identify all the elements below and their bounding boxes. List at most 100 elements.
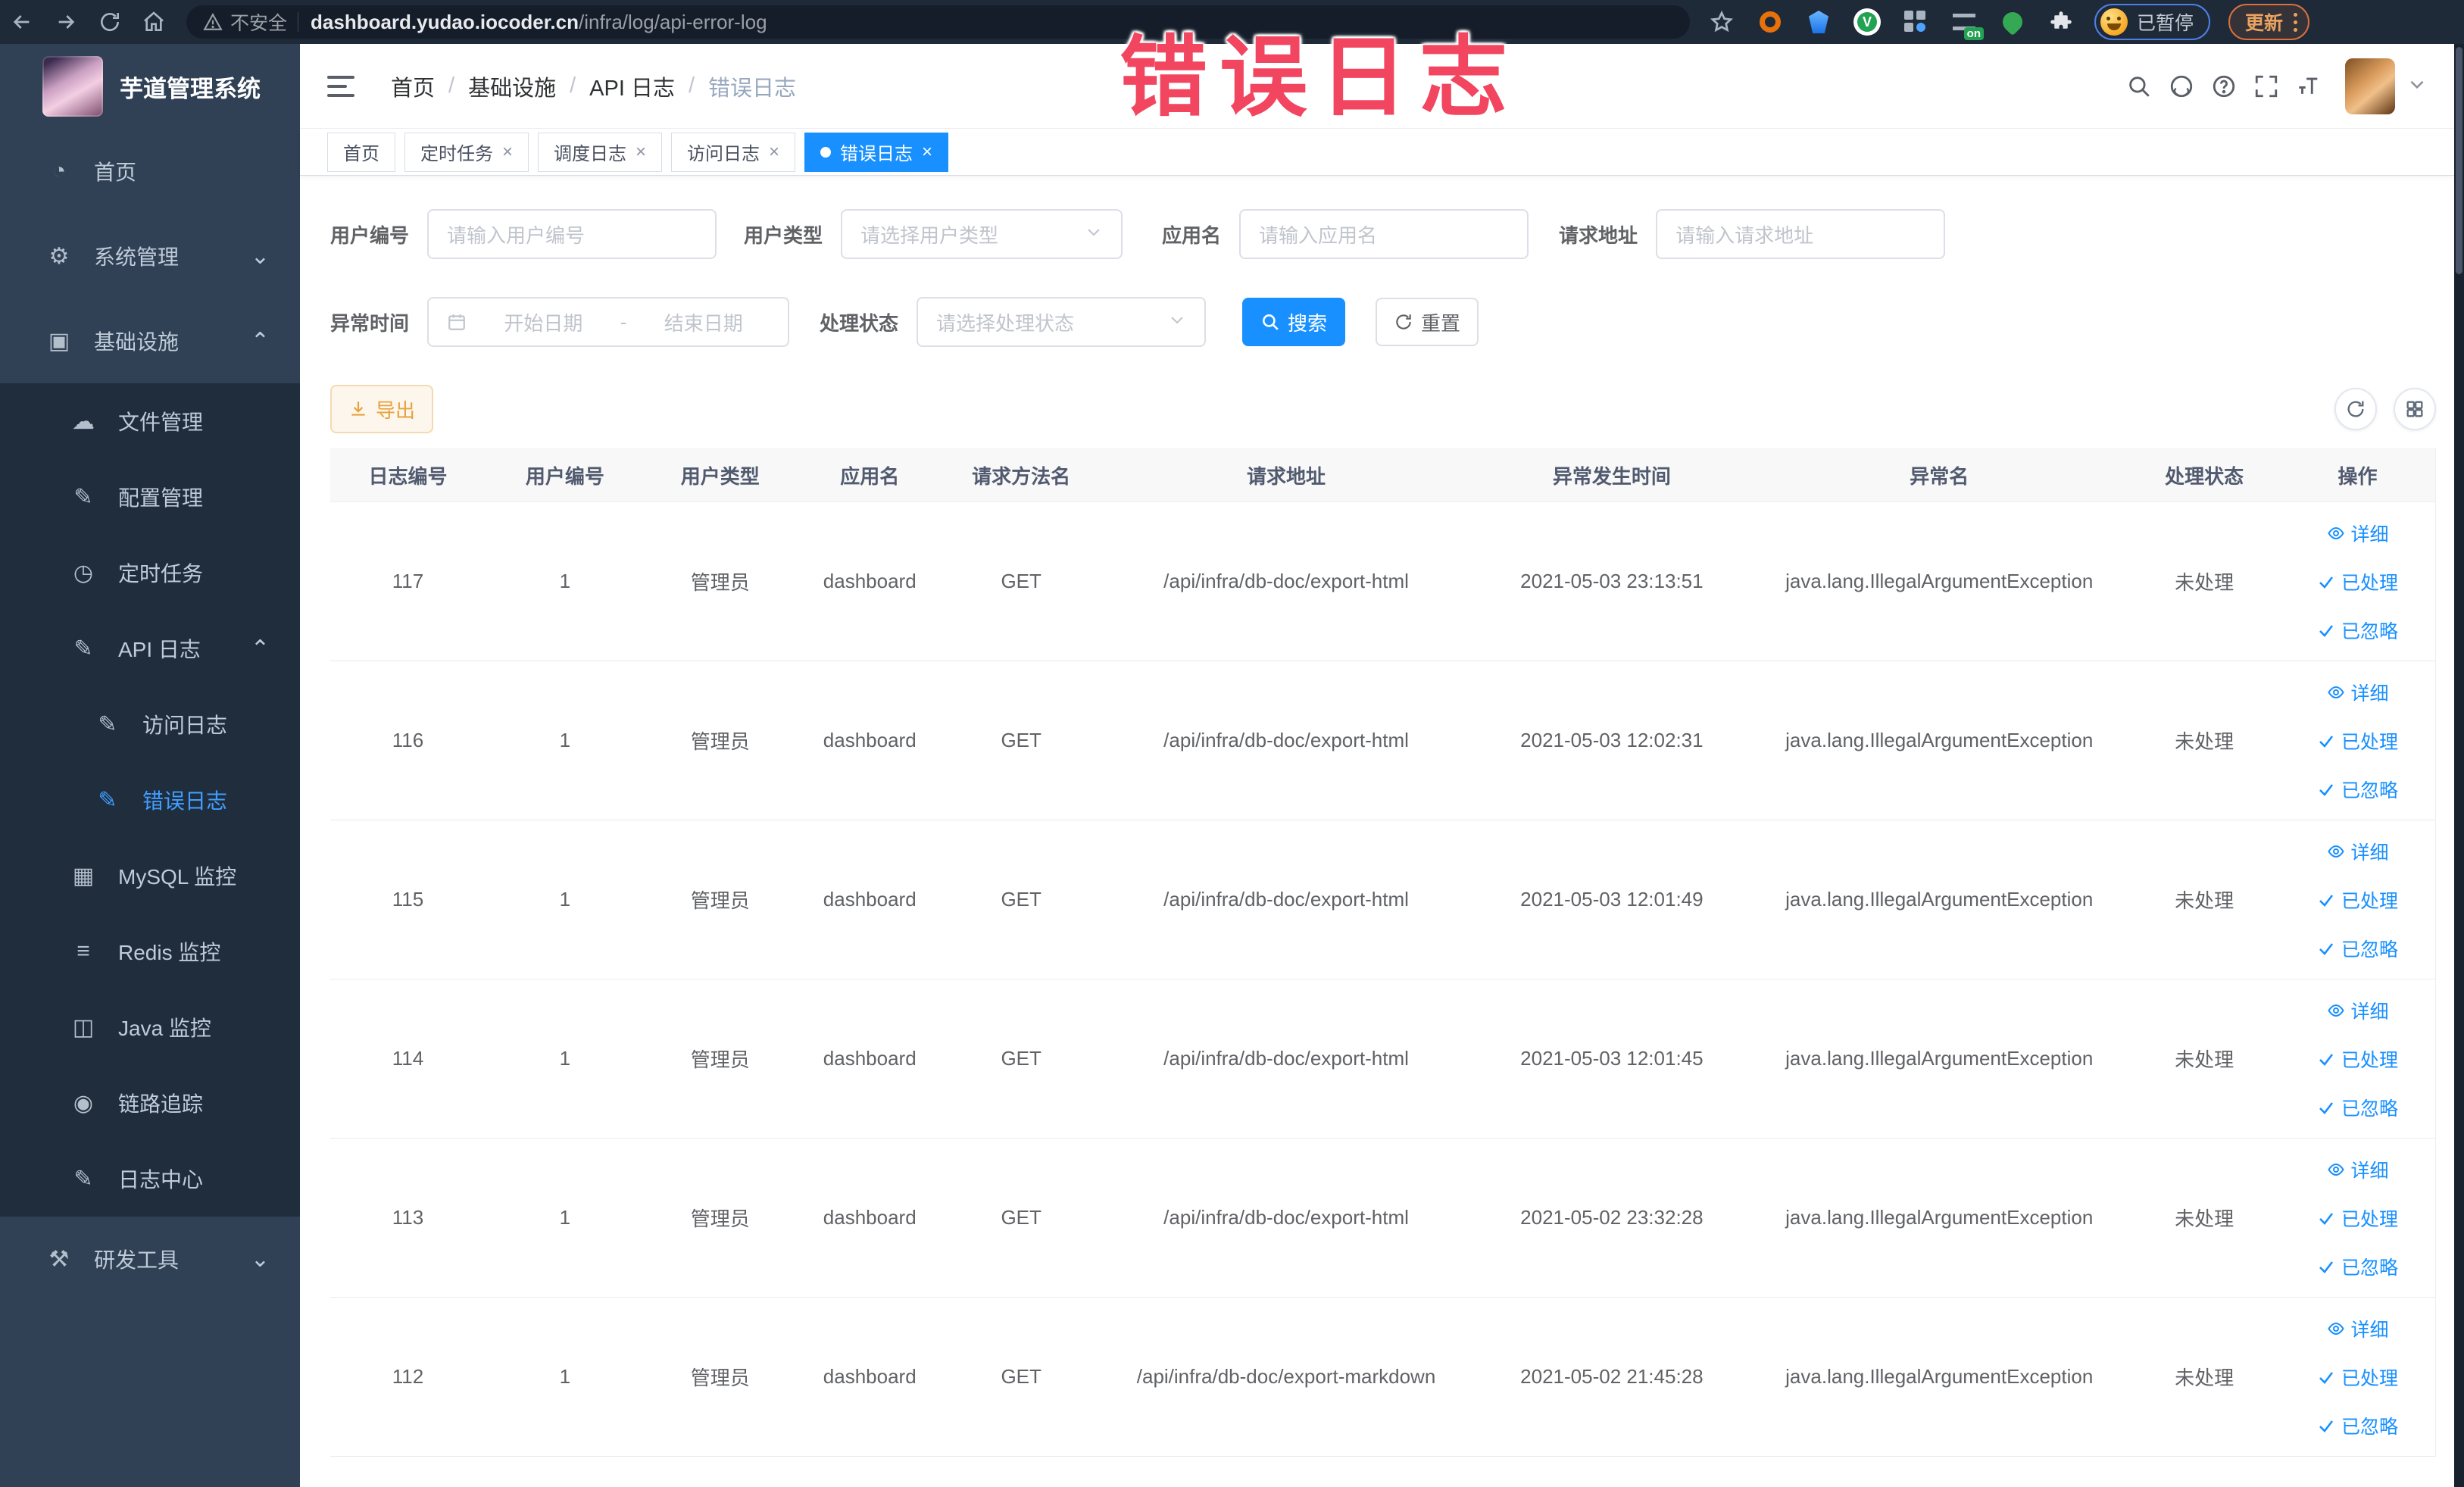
github-icon[interactable] [2160,65,2203,108]
sidebar-item[interactable]: ⚙ 系统管理 ⌄ [0,214,300,298]
sidebar-item[interactable]: ✎ 错误日志 [0,762,300,838]
sidebar-item[interactable]: ✎ API 日志 ⌃ [0,611,300,686]
url-host[interactable]: dashboard.yudao.iocoder.cn [311,11,579,34]
request-url-input[interactable]: 请输入请求地址 [1656,209,1946,259]
tab-首页[interactable]: 首页 [327,132,395,172]
breadcrumb-item[interactable]: 首页 [391,70,435,102]
action-详细[interactable]: 详细 [2327,1156,2389,1183]
column-header: 请求方法名 [972,465,1071,488]
cell-time: 2021-05-03 12:01:45 [1520,1047,1704,1070]
cell-user-type: 管理员 [690,889,750,912]
sidebar-item[interactable]: ✎ 日志中心 [0,1141,300,1217]
export-button[interactable]: 导出 [330,385,434,433]
sidebar-item[interactable]: ◫ Java 监控 [0,989,300,1065]
end-date-placeholder[interactable]: 结束日期 [637,308,770,336]
back-icon[interactable] [0,0,44,44]
help-icon[interactable] [2203,65,2245,108]
user-avatar[interactable] [2345,58,2395,114]
action-已处理[interactable]: 已处理 [2317,886,2398,914]
sidebar-item[interactable]: ▣ 基础设施 ⌃ [0,298,300,383]
action-已处理[interactable]: 已处理 [2317,1204,2398,1232]
action-已忽略[interactable]: 已忽略 [2317,617,2398,644]
refresh-table-button[interactable] [2334,388,2377,430]
action-已忽略[interactable]: 已忽略 [2317,776,2398,803]
sidebar-item[interactable]: ☁ 文件管理 [0,383,300,459]
extension-icon-green-v[interactable]: V [1852,7,1882,37]
tab-访问日志[interactable]: 访问日志 × [671,132,796,172]
table-row: 114 1 管理员 dashboard GET/api/infra/db-doc/exp… [330,979,2435,1139]
security-label[interactable]: 不安全 [230,8,287,36]
action-已处理[interactable]: 已处理 [2317,568,2398,595]
action-已忽略[interactable]: 已忽略 [2317,935,2398,962]
action-已处理[interactable]: 已处理 [2317,1045,2398,1073]
hamburger-icon[interactable] [327,70,361,103]
font-size-icon[interactable] [2288,65,2330,108]
action-详细[interactable]: 详细 [2327,520,2389,547]
action-已处理[interactable]: 已处理 [2317,1364,2398,1391]
sidebar-item[interactable]: ⚒ 研发工具 ⌄ [0,1217,300,1301]
page-scrollbar[interactable] [2454,44,2464,1487]
app-logo-row[interactable]: 芋道管理系统 [0,44,300,129]
download-icon [351,401,365,416]
fullscreen-icon[interactable] [2245,65,2288,108]
user-id-input[interactable]: 请输入用户编号 [427,209,717,259]
chevron-down-icon [1168,311,1186,334]
user-type-select[interactable]: 请选择用户类型 [841,209,1123,259]
cell-user-id: 1 [559,1047,571,1070]
search-icon[interactable] [2118,65,2160,108]
sidebar-item[interactable]: ≡ Redis 监控 [0,914,300,989]
close-icon[interactable]: × [922,142,932,161]
start-date-placeholder[interactable]: 开始日期 [477,308,610,336]
exception-time-range-picker[interactable]: 开始日期 - 结束日期 [427,297,790,347]
sidebar-item[interactable]: ◉ 链路追踪 [0,1065,300,1141]
app-name-input[interactable]: 请输入应用名 [1239,209,1529,259]
action-已忽略[interactable]: 已忽略 [2317,1253,2398,1280]
reset-button[interactable]: 重置 [1376,298,1479,346]
action-详细[interactable]: 详细 [2327,679,2389,706]
kebab-menu-icon[interactable] [2294,12,2298,32]
search-button[interactable]: 搜索 [1242,298,1346,346]
extension-icon-sprout[interactable] [1997,7,2028,37]
scrollbar-thumb[interactable] [2456,47,2462,274]
tab-调度日志[interactable]: 调度日志 × [538,132,663,172]
sidebar-item[interactable]: ◔ 首页 [0,129,300,214]
chevron-down-icon[interactable] [2407,74,2427,98]
close-icon[interactable]: × [502,142,513,161]
bookmark-star-icon[interactable] [1707,7,1737,37]
forward-icon[interactable] [44,0,88,44]
url-path[interactable]: /infra/log/api-error-log [579,11,767,34]
column-settings-button[interactable] [2394,388,2436,430]
table-row: 112 1 管理员 dashboard GET/api/infra/db-doc/exp… [330,1298,2435,1457]
tab-错误日志[interactable]: 错误日志 × [804,132,949,172]
sidebar-item-label: 配置管理 [118,486,204,510]
action-已忽略[interactable]: 已忽略 [2317,1412,2398,1439]
close-icon[interactable]: × [769,142,779,161]
extensions-puzzle-icon[interactable] [2046,7,2076,37]
table-header-row: 日志编号 用户编号 用户类型 应用名 请求方法名 请求地址 异常发生时间 异常名… [330,449,2435,502]
action-详细[interactable]: 详细 [2327,838,2389,865]
reload-icon[interactable] [88,0,132,44]
page-content: 用户编号 请输入用户编号 用户类型 请选择用户类型 应用名 请输入应用名 请求地… [300,176,2454,1487]
action-详细[interactable]: 详细 [2327,1315,2389,1342]
action-已处理[interactable]: 已处理 [2317,727,2398,754]
breadcrumb-item[interactable]: 基础设施 [468,70,556,102]
breadcrumb-item[interactable]: API 日志 [589,70,675,102]
browser-update-button[interactable]: 更新 [2228,4,2310,40]
tab-定时任务[interactable]: 定时任务 × [404,132,529,172]
sidebar-item[interactable]: ▦ MySQL 监控 [0,838,300,914]
close-icon[interactable]: × [636,142,646,161]
extension-icon-grid[interactable] [1900,7,1931,37]
extension-icon-ring[interactable] [1755,7,1785,37]
sidebar-item[interactable]: ✎ 访问日志 [0,686,300,762]
extension-icon-switch[interactable]: on [1949,7,1984,40]
process-status-select[interactable]: 请选择处理状态 [917,297,1207,347]
home-icon[interactable] [132,0,176,44]
extension-icon-shield[interactable] [1803,7,1834,37]
grid-icon [2406,401,2423,417]
sidebar-item[interactable]: ✎ 配置管理 [0,459,300,535]
sidebar-item[interactable]: ◷ 定时任务 [0,535,300,611]
cell-url: /api/infra/db-doc/export-html [1163,1206,1409,1229]
action-已忽略[interactable]: 已忽略 [2317,1094,2398,1121]
action-详细[interactable]: 详细 [2327,997,2389,1024]
browser-profile-chip[interactable]: 已暂停 [2094,4,2211,40]
